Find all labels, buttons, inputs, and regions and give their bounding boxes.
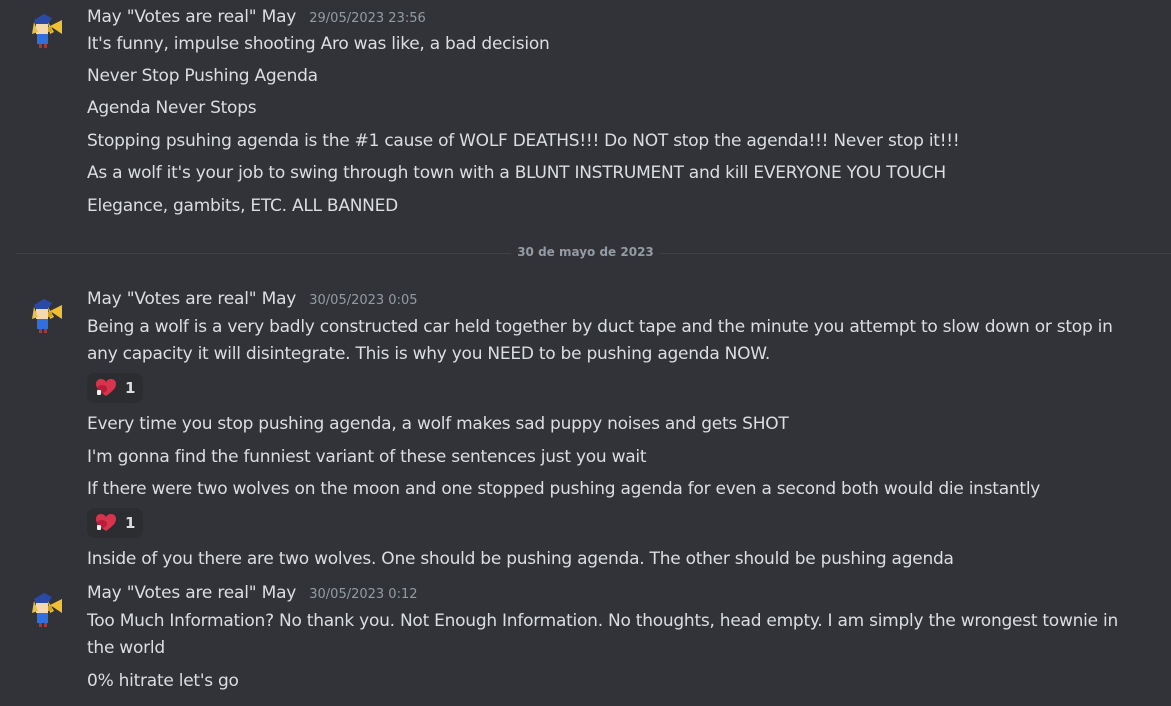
user-avatar[interactable]	[22, 293, 64, 335]
message-text: Being a wolf is a very badly constructed…	[87, 317, 1113, 364]
boxing-glove-heart-icon	[96, 514, 116, 531]
reaction-button[interactable]: 1	[87, 373, 143, 403]
user-avatar[interactable]	[22, 8, 64, 50]
reaction-button[interactable]: 1	[87, 508, 143, 538]
message-timestamp: 30/05/2023 0:12	[309, 587, 418, 602]
date-divider-label: 30 de mayo de 2023	[511, 245, 660, 259]
avatar-image	[22, 8, 64, 50]
message-text: Never Stop Pushing Agenda	[87, 66, 318, 86]
reaction-count: 1	[125, 514, 136, 532]
message-text: Agenda Never Stops	[87, 98, 257, 118]
message-text: Too Much Information? No thank you. Not …	[87, 611, 1118, 658]
message-text: It's funny, impulse shooting Aro was lik…	[87, 34, 550, 54]
message-header: May "Votes are real" May 29/05/2023 23:5…	[87, 7, 426, 31]
avatar-image	[22, 293, 64, 335]
message-text: Stopping psuhing agenda is the #1 cause …	[87, 131, 960, 151]
author-name[interactable]: May "Votes are real" May	[87, 583, 296, 603]
message-text: Inside of you there are two wolves. One …	[87, 549, 954, 569]
user-avatar[interactable]	[22, 587, 64, 629]
author-name[interactable]: May "Votes are real" May	[87, 289, 296, 309]
message-text: I'm gonna find the funniest variant of t…	[87, 447, 647, 467]
message-text: If there were two wolves on the moon and…	[87, 479, 1041, 499]
message-text: As a wolf it's your job to swing through…	[87, 163, 946, 183]
avatar-image	[22, 587, 64, 629]
message-timestamp: 30/05/2023 0:05	[309, 293, 418, 308]
message-header: May "Votes are real" May 30/05/2023 0:12	[87, 583, 418, 607]
boxing-glove-heart-icon	[96, 379, 116, 396]
message-text: Elegance, gambits, ETC. ALL BANNED	[87, 196, 398, 216]
message-text: 0% hitrate let's go	[87, 671, 239, 691]
message-text: Every time you stop pushing agenda, a wo…	[87, 414, 789, 434]
reaction-count: 1	[125, 379, 136, 397]
date-divider: 30 de mayo de 2023	[0, 245, 1171, 259]
author-name[interactable]: May "Votes are real" May	[87, 7, 296, 27]
message-timestamp: 29/05/2023 23:56	[309, 11, 426, 26]
message-header: May "Votes are real" May 30/05/2023 0:05	[87, 289, 418, 313]
chat-log: May "Votes are real" May 29/05/2023 23:5…	[0, 0, 1171, 706]
